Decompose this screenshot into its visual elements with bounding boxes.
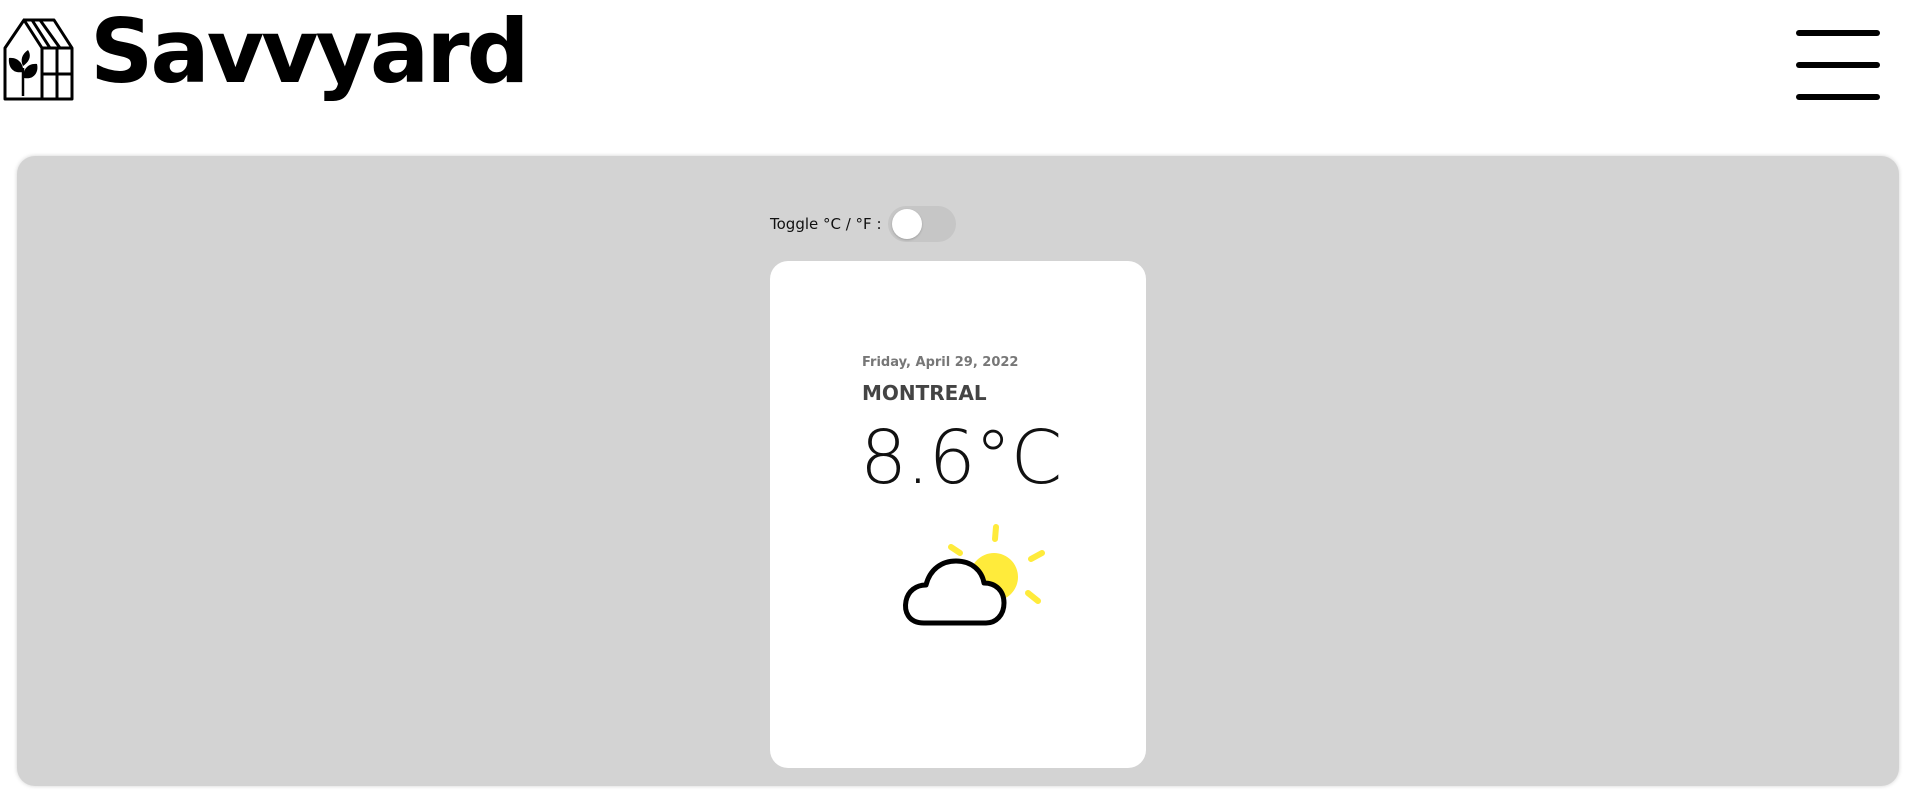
greenhouse-leaf-icon[interactable] (2, 16, 88, 102)
weather-date: Friday, April 29, 2022 (862, 355, 1019, 370)
site-header: Savvyard (0, 0, 1908, 150)
weather-temperature: 8.6°C (860, 415, 1062, 501)
unit-toggle-label: Toggle °C / °F : (770, 215, 882, 233)
weather-card: Friday, April 29, 2022 MONTREAL 8.6°C (770, 261, 1146, 768)
brand-name[interactable]: Savvyard (90, 8, 530, 96)
weather-city: MONTREAL (862, 381, 987, 405)
hamburger-menu-icon[interactable] (1796, 28, 1880, 102)
unit-toggle-row: Toggle °C / °F : (770, 206, 956, 242)
partly-cloudy-icon (896, 521, 1046, 633)
unit-toggle-switch[interactable] (887, 206, 956, 242)
toggle-knob (891, 209, 922, 239)
